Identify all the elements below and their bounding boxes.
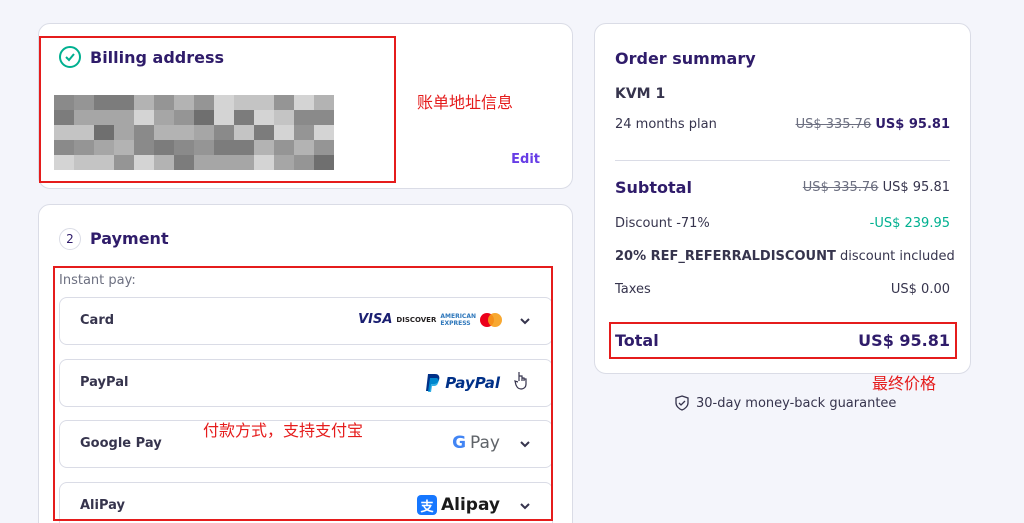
annotation-total-text: 最终价格 bbox=[872, 374, 937, 393]
subtotal-old-price: US$ 335.76 bbox=[802, 180, 879, 195]
taxes-label: Taxes bbox=[615, 282, 651, 297]
annotation-box-billing bbox=[39, 36, 396, 183]
discount-value: -US$ 239.95 bbox=[869, 216, 950, 231]
annotation-box-total bbox=[609, 322, 957, 359]
subtotal-label: Subtotal bbox=[615, 178, 692, 197]
payment-title: Payment bbox=[90, 229, 169, 248]
annotation-payment-text: 付款方式，支持支付宝 bbox=[203, 421, 364, 440]
money-back-guarantee: 30-day money-back guarantee bbox=[674, 395, 896, 411]
edit-billing-button[interactable]: Edit bbox=[511, 152, 540, 167]
plan-price: US$ 95.81 bbox=[875, 117, 950, 132]
guarantee-text: 30-day money-back guarantee bbox=[696, 395, 897, 411]
referral-suffix: discount included bbox=[835, 249, 955, 264]
subtotal-price-row: US$ 335.76 US$ 95.81 bbox=[803, 180, 950, 195]
plan-price-row: US$ 335.76 US$ 95.81 bbox=[796, 117, 950, 132]
divider bbox=[615, 160, 950, 161]
order-summary-title: Order summary bbox=[615, 49, 756, 68]
discount-label: Discount -71% bbox=[615, 216, 710, 231]
referral-code: 20% REF_REFERRALDISCOUNT bbox=[615, 249, 836, 264]
annotation-billing-text: 账单地址信息 bbox=[417, 93, 514, 112]
referral-note: 20% REF_REFERRALDISCOUNT discount includ… bbox=[615, 249, 955, 264]
shield-check-icon bbox=[675, 395, 689, 411]
subtotal-price: US$ 95.81 bbox=[882, 180, 950, 195]
step-number-badge: 2 bbox=[59, 228, 81, 250]
plan-duration: 24 months plan bbox=[615, 117, 717, 132]
plan-old-price: US$ 335.76 bbox=[795, 117, 872, 132]
product-name: KVM 1 bbox=[615, 86, 666, 102]
taxes-value: US$ 0.00 bbox=[890, 282, 950, 297]
annotation-box-payment bbox=[53, 266, 553, 521]
